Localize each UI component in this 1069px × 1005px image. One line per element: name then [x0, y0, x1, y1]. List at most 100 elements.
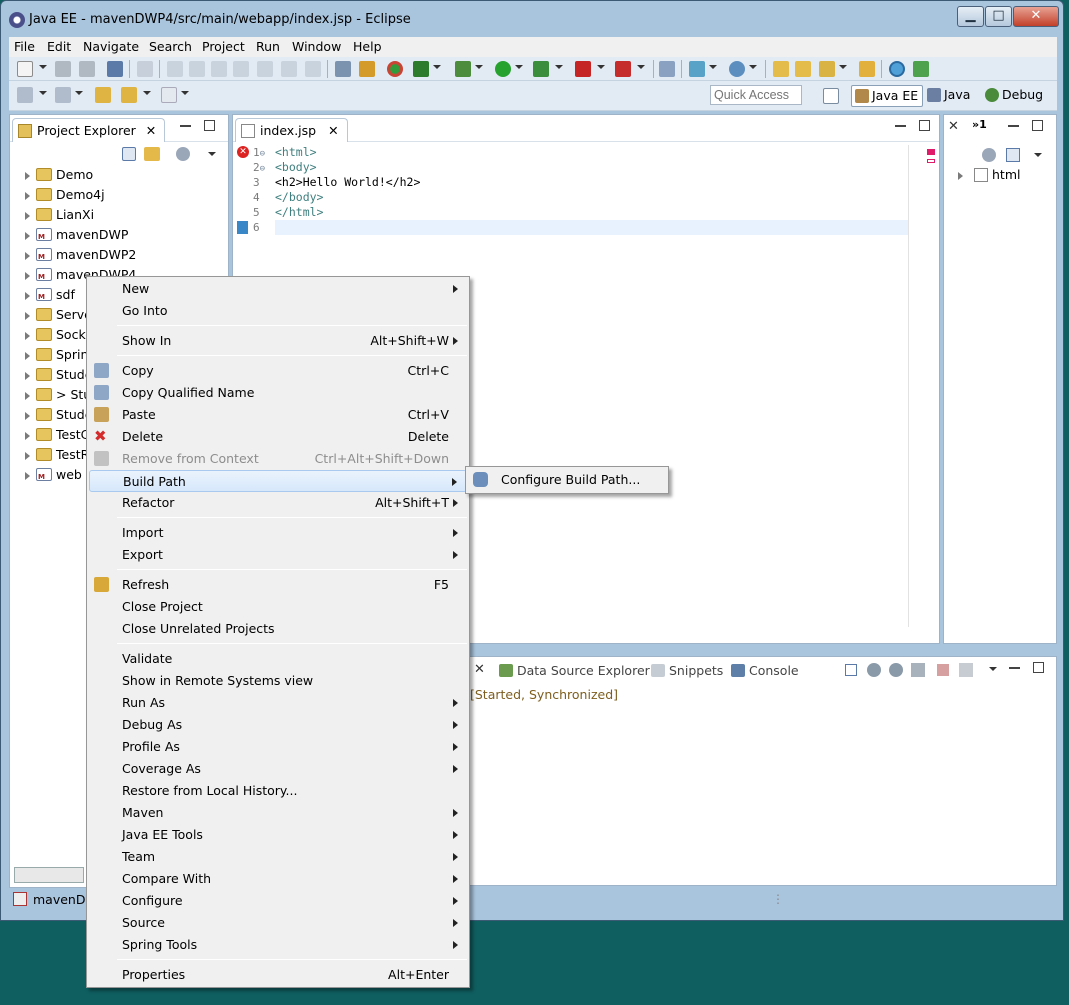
minimize-button[interactable]: ▁ [957, 6, 984, 27]
tree-item-project[interactable]: Serve [22, 306, 92, 324]
step-over-icon[interactable] [281, 61, 297, 77]
menu-item-configure-build-path[interactable]: Configure Build Path... [468, 469, 666, 491]
menu-item-delete[interactable]: ✖ Delete Delete [89, 426, 467, 448]
menu-item-show-in-remote-systems-view[interactable]: Show in Remote Systems view [89, 670, 467, 692]
close-servers-tab-icon[interactable]: ✕ [474, 662, 485, 677]
server-icon[interactable] [387, 61, 403, 77]
start-server-icon[interactable] [889, 663, 903, 677]
horizontal-scrollbar[interactable] [14, 867, 84, 883]
tree-item-project[interactable]: Stude [22, 366, 92, 384]
print-icon[interactable] [107, 61, 123, 77]
collapse-all-icon[interactable] [122, 147, 136, 161]
debug-icon[interactable] [455, 61, 471, 77]
new-icon[interactable] [17, 61, 33, 77]
menu-search[interactable]: Search [149, 39, 192, 54]
publish-icon[interactable] [959, 663, 973, 677]
menu-item-paste[interactable]: Paste Ctrl+V [89, 404, 467, 426]
expand-arrow-icon[interactable] [25, 192, 30, 200]
menu-item-refresh[interactable]: Refresh F5 [89, 574, 467, 596]
tree-item-project[interactable]: > Stu [22, 386, 91, 404]
expand-arrow-icon[interactable] [25, 312, 30, 320]
skip-breakpoints-icon[interactable] [137, 61, 153, 77]
expand-arrow-icon[interactable] [25, 292, 30, 300]
tab-project-explorer[interactable]: Project Explorer ✕ [12, 118, 166, 142]
tree-item-project[interactable]: MmavenDWP [22, 226, 128, 244]
menu-item-coverage-as[interactable]: Coverage As [89, 758, 467, 780]
menu-item-export[interactable]: Export [89, 544, 467, 566]
editor-vertical-scrollbar[interactable] [908, 145, 922, 627]
run-server-icon[interactable] [533, 61, 549, 77]
spelling-icon[interactable] [659, 61, 675, 77]
profile-server-icon[interactable] [911, 663, 925, 677]
last-edit-icon[interactable] [95, 87, 111, 103]
expand-arrow-icon[interactable] [25, 372, 30, 380]
save-icon[interactable] [55, 61, 71, 77]
step-return-icon[interactable] [305, 61, 321, 77]
spring-icon[interactable] [913, 61, 929, 77]
expand-arrow-icon[interactable] [25, 352, 30, 360]
bottom-view-menu-icon[interactable] [989, 667, 997, 671]
maximize-editor-icon[interactable] [919, 120, 930, 131]
annotation-icon[interactable] [17, 87, 33, 103]
code-area[interactable]: <html> <body> <h2>Hello World!</h2> </body>… [275, 145, 919, 235]
view-menu-icon[interactable] [208, 152, 216, 156]
code-line[interactable]: </html> [275, 205, 919, 220]
menu-item-run-as[interactable]: Run As [89, 692, 467, 714]
tab-snippets[interactable]: Snippets [651, 663, 723, 678]
menu-item-properties[interactable]: Properties Alt+Enter [89, 964, 467, 986]
expand-arrow-icon[interactable] [25, 272, 30, 280]
expand-arrow-icon[interactable] [25, 392, 30, 400]
search-icon[interactable] [819, 61, 835, 77]
menu-item-source[interactable]: Source [89, 912, 467, 934]
menu-item-build-path[interactable]: Build Path [89, 470, 467, 492]
close-button[interactable]: ✕ [1013, 6, 1059, 27]
expand-arrow-icon[interactable] [25, 172, 30, 180]
maximize-outline-icon[interactable] [1032, 120, 1043, 131]
maximize-button[interactable]: □ [985, 6, 1012, 27]
suspend-icon[interactable] [189, 61, 205, 77]
tree-item-project[interactable]: TestC [22, 426, 89, 444]
menu-item-close-unrelated-projects[interactable]: Close Unrelated Projects [89, 618, 467, 640]
menu-help[interactable]: Help [353, 39, 382, 54]
new-class-icon[interactable] [729, 61, 745, 77]
warning-overview-marker[interactable] [927, 159, 935, 163]
close-outline-icon[interactable]: ✕ [948, 119, 959, 134]
expand-arrow-icon[interactable] [25, 232, 30, 240]
stop-icon[interactable] [575, 61, 591, 77]
menu-edit[interactable]: Edit [47, 39, 71, 54]
menu-item-debug-as[interactable]: Debug As [89, 714, 467, 736]
menu-file[interactable]: File [14, 39, 35, 54]
filter-icon[interactable] [176, 147, 190, 161]
code-line[interactable]: <body> [275, 160, 919, 175]
tab-index-jsp[interactable]: index.jsp ✕ [235, 118, 348, 142]
open-resource-icon[interactable] [795, 61, 811, 77]
debug-server-icon[interactable] [867, 663, 881, 677]
new-dropdown-icon[interactable] [39, 65, 47, 69]
menu-item-spring-tools[interactable]: Spring Tools [89, 934, 467, 956]
menu-item-show-in[interactable]: Show In Alt+Shift+W [89, 330, 467, 352]
disconnect-icon[interactable] [233, 61, 249, 77]
resume-icon[interactable] [167, 61, 183, 77]
maximize-view-icon[interactable] [204, 120, 215, 131]
menu-item-validate[interactable]: Validate [89, 648, 467, 670]
forward-icon[interactable] [161, 87, 177, 103]
link-editor-icon[interactable] [144, 147, 160, 161]
tree-item-project[interactable]: LianXi [22, 206, 94, 224]
outline-menu-icon[interactable] [1034, 153, 1042, 157]
stop-server-icon[interactable] [937, 664, 949, 676]
expand-arrow-icon[interactable] [25, 332, 30, 340]
open-perspective-icon[interactable] [823, 88, 839, 104]
menu-item-go-into[interactable]: Go Into [89, 300, 467, 322]
minimize-bottom-icon[interactable] [1009, 667, 1020, 669]
menu-item-team[interactable]: Team [89, 846, 467, 868]
menu-item-maven[interactable]: Maven [89, 802, 467, 824]
quick-access-input[interactable] [710, 85, 802, 105]
expand-arrow-icon[interactable] [25, 412, 30, 420]
menu-project[interactable]: Project [202, 39, 245, 54]
outline-collapse-icon[interactable] [1006, 148, 1020, 162]
back-icon[interactable] [121, 87, 137, 103]
tree-item-project[interactable]: Demo4j [22, 186, 105, 204]
expand-arrow-icon[interactable] [25, 472, 30, 480]
fold-icon[interactable]: ⊖ [260, 149, 265, 159]
outline-filter-icon[interactable] [982, 148, 996, 162]
